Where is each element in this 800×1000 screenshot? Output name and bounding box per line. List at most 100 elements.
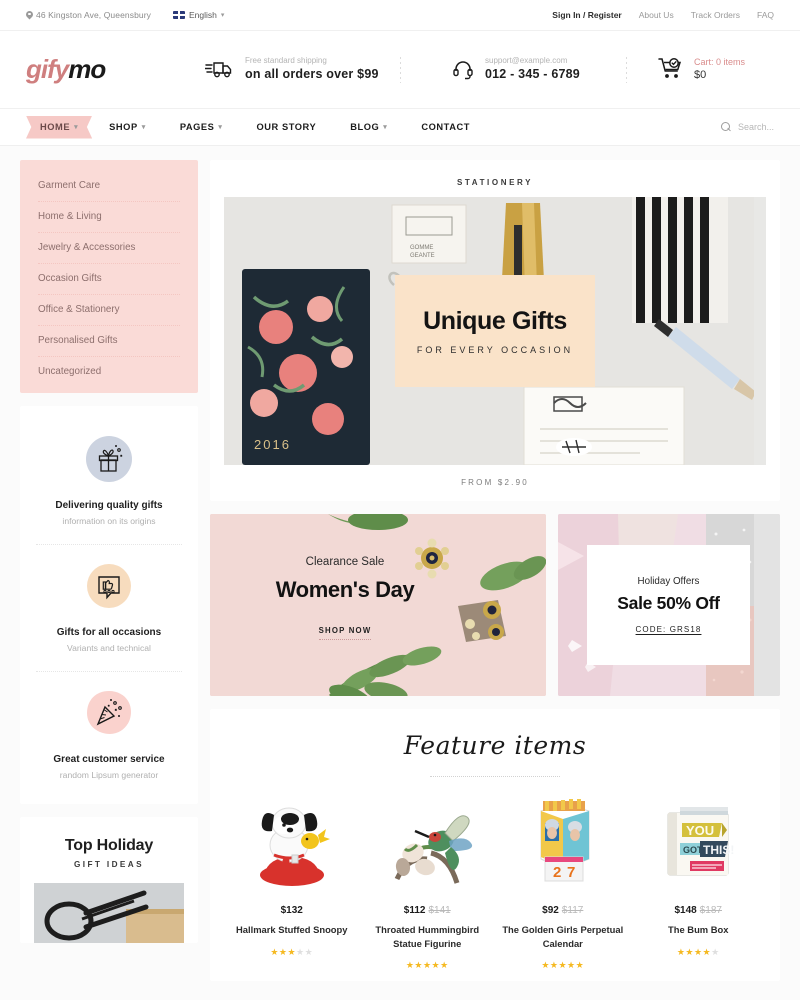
product-name[interactable]: The Golden Girls Perpetual Calendar [501, 923, 625, 950]
nav-item-contact[interactable]: CONTACT [404, 122, 487, 132]
product-card[interactable]: 2 7 $92 $117 The Golden Girls Perpetual C… [495, 795, 631, 971]
hummingbird-figurine-image [394, 815, 473, 884]
holiday-promo-image [34, 883, 184, 943]
shipping-text: Free standard shipping on all orders ove… [245, 56, 379, 84]
product-card[interactable]: $132 Hallmark Stuffed Snoopy ★★★★★ [224, 795, 360, 971]
promo-holiday-offers[interactable]: Holiday Offers Sale 50% Off CODE: GRS18 [558, 514, 780, 696]
nav-item-our-story[interactable]: OUR STORY [240, 122, 334, 132]
product-card[interactable]: $112 $141 Throated Hummingbird Statue Fig… [360, 795, 496, 971]
sign-in-register-link[interactable]: Sign In / Register [552, 10, 621, 20]
product-rating: ★★★★★ [637, 947, 761, 958]
star-empty: ★★ [296, 946, 314, 957]
star-filled: ★★★★★ [405, 960, 449, 971]
nav-item-blog[interactable]: BLOG ▾ [333, 122, 404, 132]
nav-item-home[interactable]: HOME ▾ [26, 115, 93, 139]
hero-image: 2016 GOMME GEANTE Unique Gifts FOR EVERY… [224, 197, 766, 465]
feature-items-section: Feature items $132 Hallmark Stuffed Snoo… [210, 709, 780, 982]
promo-code[interactable]: CODE: GRS18 [636, 625, 702, 634]
product-price-row: $148 $187 [637, 905, 761, 916]
nav-item-shop[interactable]: SHOP ▾ [92, 122, 163, 132]
product-price-row: $92 $117 [501, 905, 625, 916]
product-price: $92 [542, 905, 559, 916]
thumbs-up-chat-icon [87, 564, 131, 608]
page-root: 46 Kingston Ave, Queensbury English ▾ Si… [0, 0, 800, 1000]
product-old-price: $187 [699, 905, 722, 916]
promo-holiday-card: Holiday Offers Sale 50% Off CODE: GRS18 [587, 545, 750, 665]
nav-item-home-label: HOME [40, 122, 71, 132]
support-info: support@example.com 012 - 345 - 6789 [452, 56, 580, 84]
cart-widget[interactable]: Cart: 0 items $0 [658, 56, 745, 83]
header-divider-2 [626, 56, 627, 83]
category-item-office-stationery[interactable]: Office & Stationery [38, 295, 180, 326]
logo-part-1: gify [26, 54, 69, 84]
support-email[interactable]: support@example.com [485, 56, 580, 67]
svg-text:GEANTE: GEANTE [410, 253, 435, 259]
product-rating: ★★★★★ [501, 960, 625, 971]
category-item-occasion-gifts[interactable]: Occasion Gifts [38, 264, 180, 295]
product-old-price: $117 [561, 905, 584, 916]
promo-womens-day[interactable]: Clearance Sale Women's Day SHOP NOW [210, 514, 546, 696]
language-selector[interactable]: English ▾ [173, 10, 224, 20]
category-item-home-living[interactable]: Home & Living [38, 202, 180, 233]
promo-womens-day-text: Clearance Sale Women's Day SHOP NOW [255, 556, 435, 640]
service-subtitle: Variants and technical [67, 643, 151, 653]
category-item-jewelry-accessories[interactable]: Jewelry & Accessories [38, 233, 180, 264]
product-card[interactable]: YOU GOT THIS! $148 $187 The Bum Box ★★★★… [631, 795, 767, 971]
product-rating: ★★★★★ [366, 960, 490, 971]
faq-link[interactable]: FAQ [757, 10, 774, 20]
nav-item-pages[interactable]: PAGES ▾ [163, 122, 240, 132]
store-address-label: 46 Kingston Ave, Queensbury [36, 10, 152, 20]
shipping-line-2: on all orders over $99 [245, 67, 379, 82]
search-icon [720, 122, 731, 132]
support-phone: 012 - 345 - 6789 [485, 67, 580, 82]
track-orders-link[interactable]: Track Orders [691, 10, 740, 20]
holiday-promo-widget[interactable]: Top Holiday GIFT IDEAS [20, 817, 198, 943]
feature-items-divider [430, 776, 560, 777]
service-delivering-quality-gifts: Delivering quality gifts information on … [36, 428, 182, 545]
nav-item-our-story-label: OUR STORY [256, 122, 317, 132]
sidebar: Garment Care Home & Living Jewelry & Acc… [20, 160, 198, 981]
hero-text-overlay: Unique Gifts FOR EVERY OCCASION [395, 275, 595, 387]
product-grid: $132 Hallmark Stuffed Snoopy ★★★★★ $112 … [224, 795, 766, 971]
shipping-line-1: Free standard shipping [245, 55, 327, 65]
hero-footer-price: FROM $2.90 [461, 478, 529, 487]
service-title: Gifts for all occasions [56, 627, 162, 638]
svg-text:YOU: YOU [686, 823, 714, 838]
product-name[interactable]: The Bum Box [637, 923, 761, 937]
promo-banners: Clearance Sale Women's Day SHOP NOW Holi… [210, 514, 780, 696]
main-column: STATIONERY 2016 GOMME GEANTE Unique Gift… [210, 160, 780, 982]
promo-kicker: Clearance Sale [305, 556, 385, 568]
search-placeholder: Search... [737, 122, 774, 132]
page-content: Garment Care Home & Living Jewelry & Acc… [0, 146, 800, 982]
chevron-down-icon: ▾ [383, 124, 388, 131]
cart-count-row: Cart: 0 items [694, 56, 745, 68]
category-item-personalised-gifts[interactable]: Personalised Gifts [38, 326, 180, 357]
shop-now-button[interactable]: SHOP NOW [318, 626, 372, 640]
cart-item-count: 0 items [716, 57, 746, 67]
service-gifts-for-all-occasions: Gifts for all occasions Variants and tec… [36, 545, 182, 672]
product-price: $112 [403, 905, 426, 916]
chevron-down-icon: ▾ [141, 124, 146, 131]
product-name[interactable]: Hallmark Stuffed Snoopy [230, 923, 354, 937]
search-box[interactable]: Search... [720, 122, 774, 132]
support-text: support@example.com 012 - 345 - 6789 [485, 56, 580, 84]
product-name[interactable]: Throated Hummingbird Statue Figurine [366, 923, 490, 950]
nav-item-shop-label: SHOP [109, 122, 138, 132]
logo-part-2: mo [68, 54, 106, 84]
product-old-price: $141 [428, 905, 451, 916]
about-us-link[interactable]: About Us [639, 10, 674, 20]
category-item-uncategorized[interactable]: Uncategorized [38, 357, 180, 379]
holiday-promo-title: Top Holiday [64, 837, 154, 854]
category-item-garment-care[interactable]: Garment Care [38, 178, 180, 202]
star-empty: ★ [711, 946, 720, 957]
top-bar-links: Sign In / Register About Us Track Orders… [552, 10, 774, 20]
site-logo[interactable]: gifymo [26, 54, 106, 85]
snoopy-figurine-image [259, 807, 330, 886]
product-price-row: $132 [230, 905, 354, 916]
chevron-down-icon: ▾ [74, 124, 79, 131]
main-navigation: HOME ▾ SHOP ▾ PAGES ▾ OUR STORY BLOG ▾ C… [0, 108, 800, 146]
top-bar: 46 Kingston Ave, Queensbury English ▾ Si… [0, 0, 800, 31]
party-popper-icon-wrap [82, 686, 136, 740]
svg-text:2: 2 [553, 864, 561, 881]
promo-title: Women's Day [275, 577, 415, 602]
